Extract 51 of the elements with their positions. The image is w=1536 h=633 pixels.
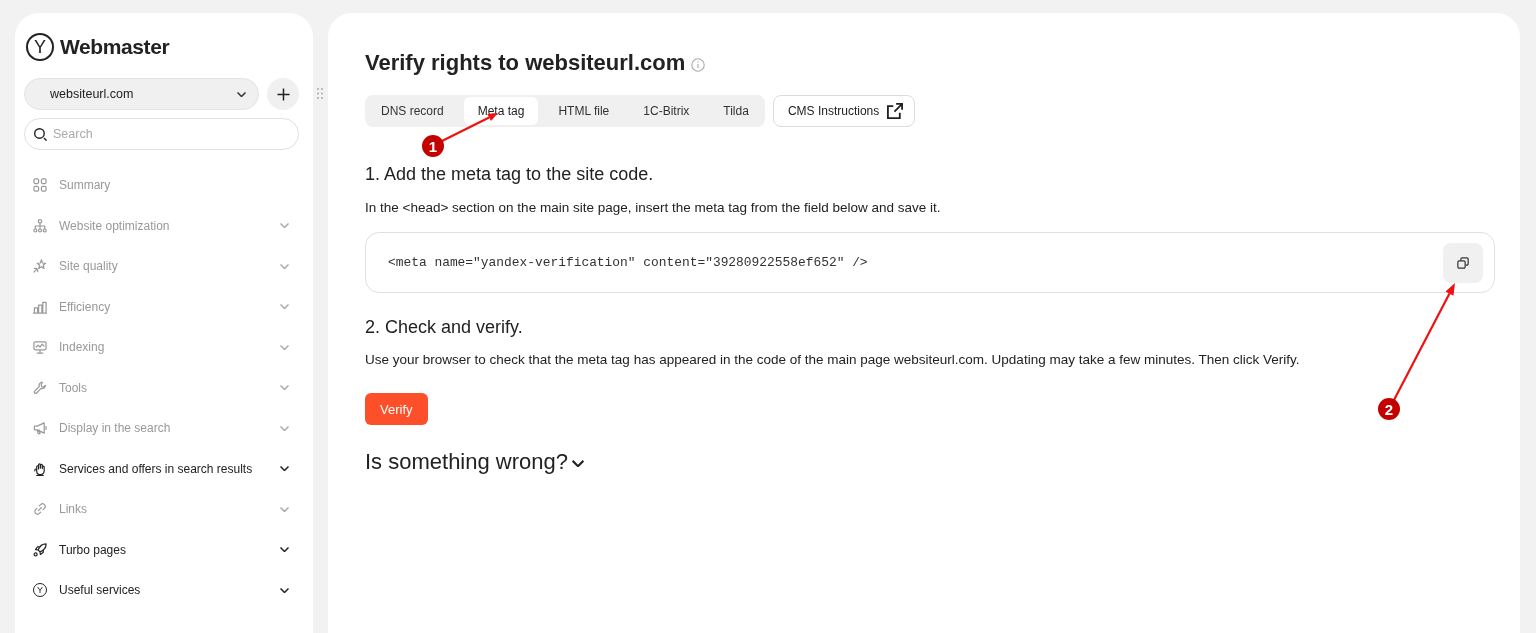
troubleshoot-toggle[interactable]: Is something wrong? (365, 448, 584, 476)
page-title: Verify rights to websiteurl.com (365, 49, 686, 77)
step-heading: 2. Check and verify. (365, 316, 524, 339)
hand-icon (33, 461, 47, 476)
search-icon (34, 127, 47, 141)
monitor-icon (33, 340, 47, 355)
grid-icon (33, 178, 47, 193)
chevron-icon (572, 459, 584, 467)
code-field[interactable]: <meta name="yandex-verification" content="39280922558ef652" /> (365, 232, 1495, 293)
caret-icon (237, 91, 247, 97)
chevron-icon (280, 385, 289, 391)
logo-text: Webmaster (60, 34, 170, 60)
tab[interactable]: HTML file (544, 97, 624, 125)
nav-item[interactable]: Services and offers in search results (24, 448, 299, 489)
search-field[interactable]: Search (24, 118, 299, 150)
nav-item[interactable]: Y Useful services (24, 570, 299, 611)
step-text: Use your browser to check that the meta tag has appeared in the code of the main page websiteurl.com. Updating may take a few minutes. Then click Verify. (365, 351, 1301, 369)
tab[interactable]: DNS record (367, 97, 458, 125)
link-icon (33, 502, 47, 517)
site-selector[interactable]: websiteurl.com (24, 78, 260, 110)
nav-item[interactable]: Turbo pages (24, 529, 299, 570)
chevron-icon (280, 344, 289, 350)
chevron-icon (280, 425, 289, 431)
chevron-icon (280, 506, 289, 512)
tab[interactable]: Meta tag (463, 97, 539, 125)
plus-icon (276, 87, 290, 101)
step-text: In the <head> section on the main site page, insert the meta tag from the field below and save it. (365, 199, 942, 217)
copy-button[interactable] (1443, 242, 1483, 283)
bar-chart-icon (33, 299, 47, 314)
tab[interactable]: 1C-Bitrix (629, 97, 704, 125)
chevron-icon (280, 466, 289, 472)
chevron-icon (280, 223, 289, 229)
wrench-icon (33, 380, 47, 395)
chevron-icon (280, 587, 289, 593)
callout-number: 1 (422, 135, 444, 157)
callout-number: 2 (1378, 398, 1400, 420)
megaphone-icon (33, 421, 47, 436)
external-link-icon (887, 103, 904, 119)
rocket-icon (33, 542, 47, 557)
chevron-icon (280, 304, 289, 310)
drag-handle-icon[interactable] (317, 88, 323, 99)
tab[interactable]: Tilda (709, 97, 763, 125)
copy-icon (1457, 256, 1469, 269)
hierarchy-icon (33, 218, 47, 233)
chevron-icon (280, 547, 289, 553)
add-button[interactable] (267, 78, 299, 110)
step-heading: 1. Add the meta tag to the site code. (365, 163, 655, 186)
cms-instructions-button[interactable]: CMS Instructions (772, 95, 916, 127)
sparkle-icon (33, 259, 47, 274)
logo-mark: Y (26, 33, 54, 61)
chevron-icon (280, 263, 289, 269)
